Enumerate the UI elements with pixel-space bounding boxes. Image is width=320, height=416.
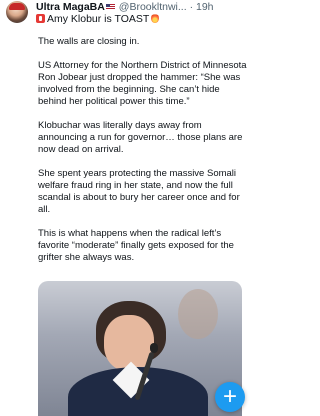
tweet-paragraph: US Attorney for the Northern District of…: [38, 60, 247, 107]
microphone-head: [150, 343, 158, 353]
user-avatar-icon: [9, 3, 25, 10]
headline-text: Amy Klobur is TOAST: [47, 13, 150, 25]
tweet-paragraph: Klobuchar was literally days away from a…: [38, 120, 243, 155]
photo-background-person: [178, 289, 218, 339]
tweet-paragraph: The walls are closing in.: [38, 36, 140, 47]
tweet-photo[interactable]: [38, 281, 242, 416]
compose-button[interactable]: +: [215, 382, 245, 412]
author-name[interactable]: Ultra MagaBA: [36, 1, 105, 13]
author-avatar[interactable]: [6, 1, 28, 23]
tweet-body: The walls are closing in. US Attorney fo…: [38, 36, 248, 276]
tweet-paragraph: This is what happens when the radical le…: [38, 228, 234, 263]
headline-row: Amy Klobur is TOAST: [36, 13, 160, 26]
separator-dot: ·: [189, 1, 194, 13]
fire-icon: [151, 13, 160, 23]
us-flag-icon: [105, 4, 115, 11]
tweet-paragraph: She spent years protecting the massive S…: [38, 168, 240, 215]
post-time[interactable]: 19h: [196, 1, 214, 13]
alert-siren-icon: [36, 14, 45, 23]
plus-icon: +: [222, 383, 237, 410]
tweet[interactable]: Ultra MagaBA @Brookltnwi... · 19h Amy Kl…: [0, 0, 250, 416]
author-handle[interactable]: @Brookltnwi...: [119, 1, 187, 13]
